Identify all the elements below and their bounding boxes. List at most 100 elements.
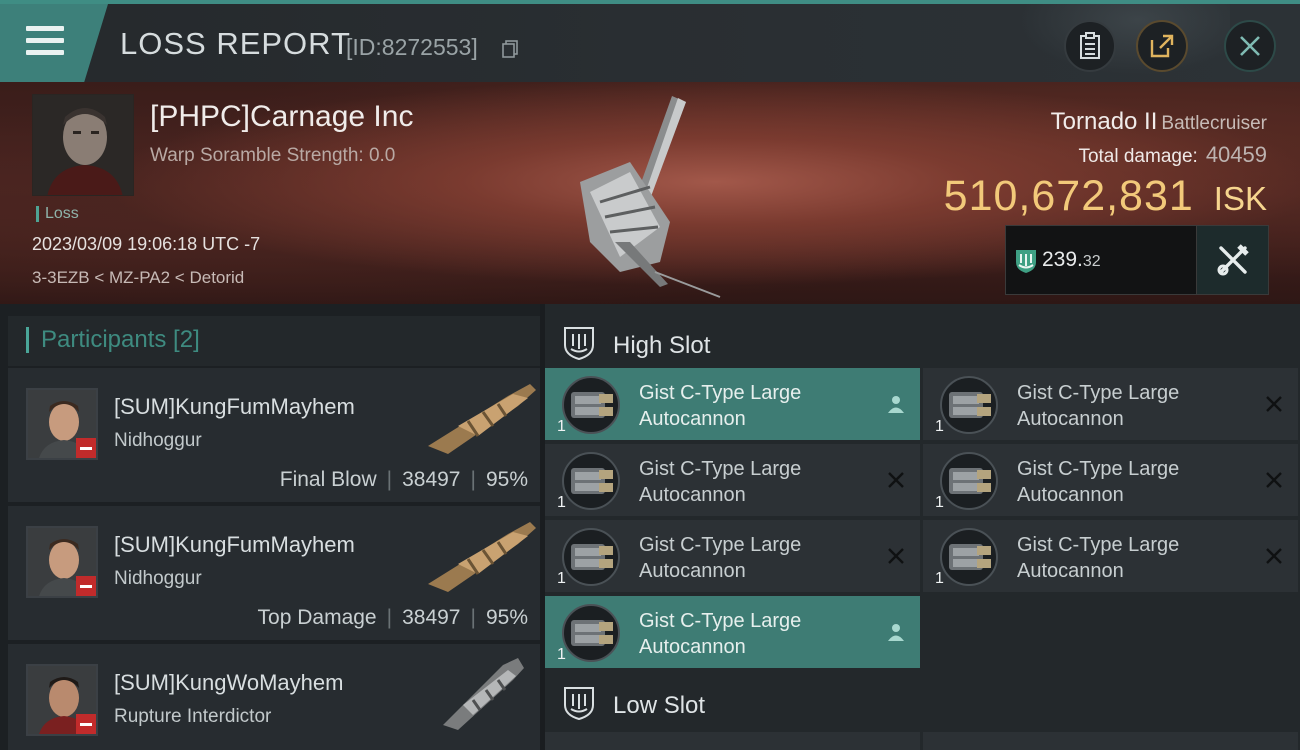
isk-unit: ISK bbox=[1213, 180, 1267, 217]
participant-name: [SUM]KungFumMayhem bbox=[114, 394, 355, 419]
victim-name[interactable]: [PHPC]Carnage Inc bbox=[150, 100, 413, 134]
x-icon bbox=[888, 548, 904, 564]
participant-row[interactable]: [SUM]KungFumMayhem Nidhoggur Top Damage |… bbox=[8, 506, 540, 640]
ship-render-image bbox=[580, 96, 721, 298]
module-quantity: 1 bbox=[557, 570, 566, 587]
hamburger-icon[interactable] bbox=[26, 26, 64, 56]
share-button[interactable] bbox=[1136, 20, 1188, 72]
autocannon-icon bbox=[940, 452, 998, 510]
x-icon bbox=[1266, 472, 1282, 488]
remove-icon bbox=[76, 438, 96, 458]
high-slot-module[interactable]: 1 Gist C-Type Large Autocannon bbox=[923, 520, 1298, 592]
autocannon-icon bbox=[562, 604, 620, 662]
report-id: [ID:8272553] bbox=[346, 34, 478, 60]
high-slot-module[interactable]: 1 Gist C-Type Large Autocannon bbox=[923, 368, 1298, 440]
module-name: Gist C-Type Large Autocannon bbox=[639, 608, 801, 660]
module-name-line1: Gist C-Type Large bbox=[639, 534, 802, 556]
victim-portrait[interactable] bbox=[32, 94, 134, 196]
high-slot-module[interactable]: 1 Gist C-Type Large Autocannon bbox=[545, 596, 920, 668]
value-number: 239.32 bbox=[1042, 248, 1101, 272]
page-title: LOSS REPORT bbox=[120, 26, 351, 61]
high-slot-module[interactable]: 1 Gist C-Type Large Autocannon bbox=[545, 520, 920, 592]
module-name: Gist C-Type Large Autocannon bbox=[639, 456, 801, 508]
menu-button[interactable] bbox=[0, 4, 108, 82]
high-slot-module[interactable]: 1 Gist C-Type Large Autocannon bbox=[923, 444, 1298, 516]
participant-role: Final Blow bbox=[279, 468, 377, 491]
participant-stats: Final Blow | 38497 | 95% bbox=[279, 468, 528, 491]
module-quantity: 1 bbox=[935, 570, 944, 587]
participant-percent: 95% bbox=[485, 606, 528, 629]
ship-name: Tornado II bbox=[1050, 108, 1158, 135]
high-slot-module[interactable]: 1 Gist C-Type Large Autocannon bbox=[545, 444, 920, 516]
remove-icon bbox=[76, 576, 96, 596]
total-damage-label: Total damage: bbox=[1078, 146, 1198, 167]
remove-icon bbox=[76, 714, 96, 734]
autocannon-icon bbox=[940, 528, 998, 586]
module-name-line2: Autocannon bbox=[639, 560, 746, 582]
participant-percent: 95% bbox=[485, 468, 528, 491]
total-damage: Total damage: 40459 bbox=[1078, 142, 1267, 168]
participant-ship: Nidhoggur bbox=[114, 568, 202, 589]
low-slot-module[interactable] bbox=[923, 732, 1298, 750]
module-name-line1: Gist C-Type Large bbox=[639, 382, 802, 404]
loss-summary-banner: [PHPC]Carnage Inc Warp Soramble Strength… bbox=[0, 82, 1300, 304]
ship-class: Battlecruiser bbox=[1161, 113, 1267, 134]
module-quantity: 1 bbox=[935, 418, 944, 435]
loss-badge: Loss bbox=[36, 206, 79, 222]
isk-value: 510,672,831 ISK bbox=[944, 172, 1267, 221]
participant-role: Top Damage bbox=[257, 606, 377, 629]
autocannon-icon bbox=[562, 376, 620, 434]
value-decimal: 32 bbox=[1082, 253, 1101, 270]
copy-icon[interactable] bbox=[502, 40, 518, 58]
low-slot-header: Low Slot bbox=[545, 670, 1300, 734]
participant-row[interactable]: [SUM]KungWoMayhem Rupture Interdictor bbox=[8, 644, 540, 750]
module-name: Gist C-Type Large Autocannon bbox=[1017, 380, 1179, 432]
autocannon-icon bbox=[940, 376, 998, 434]
module-quantity: 1 bbox=[935, 494, 944, 511]
fitting-button[interactable] bbox=[1196, 226, 1268, 294]
participant-avatar[interactable] bbox=[26, 664, 98, 736]
clipboard-button[interactable] bbox=[1064, 20, 1116, 72]
module-name-line2: Autocannon bbox=[639, 636, 746, 658]
high-slot-header: High Slot bbox=[545, 310, 1300, 374]
low-slot-icon bbox=[564, 687, 594, 721]
value-panel: 239.32 bbox=[1005, 225, 1269, 295]
high-slot-icon bbox=[564, 327, 594, 361]
high-slot-module[interactable]: 1 Gist C-Type Large Autocannon bbox=[545, 368, 920, 440]
shield-icon bbox=[1016, 250, 1036, 273]
low-slot-label: Low Slot bbox=[613, 692, 706, 719]
module-name-line2: Autocannon bbox=[1017, 484, 1124, 506]
low-slot-module[interactable] bbox=[545, 732, 920, 750]
loss-location[interactable]: 3-3EZB < MZ-PA2 < Detorid bbox=[32, 268, 244, 288]
participant-ship-image bbox=[443, 658, 524, 730]
module-name-line2: Autocannon bbox=[639, 484, 746, 506]
participant-avatar[interactable] bbox=[26, 526, 98, 598]
module-name: Gist C-Type Large Autocannon bbox=[639, 532, 801, 584]
participant-row[interactable]: [SUM]KungFumMayhem Nidhoggur Final Blow |… bbox=[8, 368, 540, 502]
module-quantity: 1 bbox=[557, 494, 566, 511]
value-integer: 239. bbox=[1042, 248, 1083, 271]
participant-name: [SUM]KungFumMayhem bbox=[114, 532, 355, 557]
participants-title: Participants [2] bbox=[26, 327, 200, 353]
participant-damage: 38497 bbox=[402, 468, 461, 491]
top-bar: LOSS REPORT [ID:8272553] bbox=[0, 0, 1300, 84]
x-icon bbox=[1266, 548, 1282, 564]
module-name-line1: Gist C-Type Large bbox=[1017, 458, 1180, 480]
tools-icon bbox=[1217, 244, 1249, 276]
x-icon bbox=[888, 472, 904, 488]
participant-ship-image bbox=[428, 522, 536, 592]
close-button[interactable] bbox=[1224, 20, 1276, 72]
victim-portrait-image bbox=[33, 95, 133, 195]
module-name: Gist C-Type Large Autocannon bbox=[1017, 532, 1179, 584]
participant-damage: 38497 bbox=[402, 606, 461, 629]
participant-ship: Rupture Interdictor bbox=[114, 706, 272, 727]
close-icon bbox=[1240, 36, 1260, 56]
module-name-line1: Gist C-Type Large bbox=[639, 610, 802, 632]
module-quantity: 1 bbox=[557, 646, 566, 663]
module-quantity: 1 bbox=[557, 418, 566, 435]
total-damage-value: 40459 bbox=[1205, 142, 1267, 167]
ship-type[interactable]: Tornado II Battlecruiser bbox=[1051, 108, 1267, 136]
participant-avatar[interactable] bbox=[26, 388, 98, 460]
participant-ship-image bbox=[428, 384, 536, 454]
clipboard-icon bbox=[1080, 32, 1100, 59]
